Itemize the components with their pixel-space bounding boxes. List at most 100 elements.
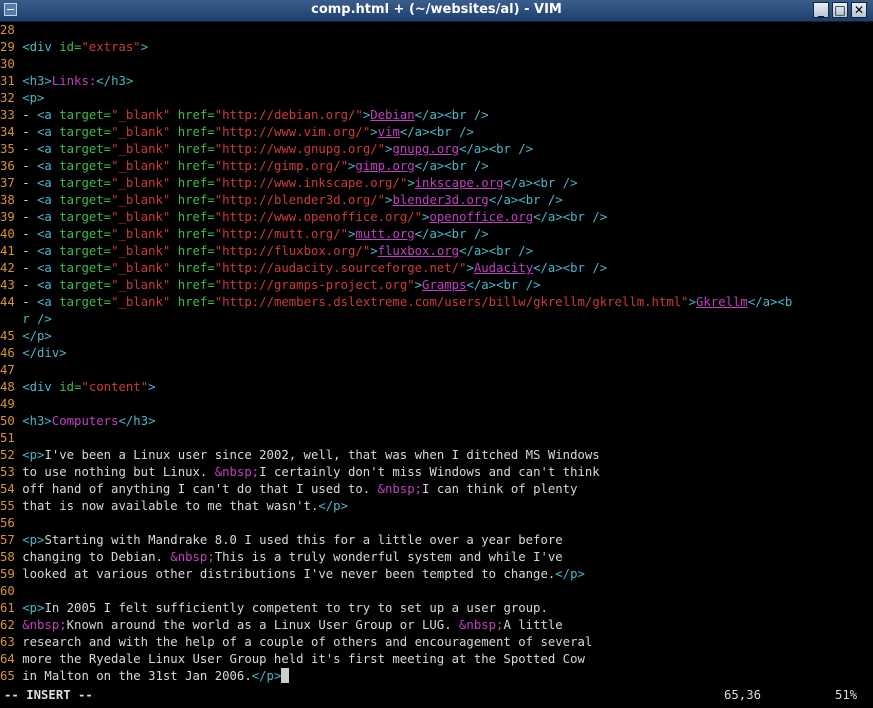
plain-text: - (22, 176, 38, 190)
buffer-line[interactable]: 65 in Malton on the 31st Jan 2006.</p> (0, 668, 873, 685)
line-number: 28 (0, 23, 23, 37)
buffer-line[interactable]: 35 - <a target="_blank" href="http://www… (0, 141, 873, 158)
buffer-line[interactable]: 44 - <a target="_blank" href="http://mem… (0, 294, 873, 311)
plain-text: - (22, 159, 38, 173)
buffer-line[interactable]: 36 - <a target="_blank" href="http://gim… (0, 158, 873, 175)
attribute-value: "_blank" (111, 125, 171, 139)
buffer-line[interactable]: 31 <h3>Links:</h3> (0, 73, 873, 90)
buffer-line[interactable]: 51 (0, 430, 873, 447)
html-attribute: target= (59, 261, 112, 275)
buffer-line[interactable]: 60 (0, 583, 873, 600)
html-tag: </a><br /> (459, 142, 534, 156)
text-buffer[interactable]: 28 29 <div id="extras"> 30 31 <h3>Links:<… (0, 22, 873, 687)
plain-text: I can think of plenty (422, 482, 578, 496)
buffer-line[interactable]: 45 </p> (0, 328, 873, 345)
attribute-value: "content" (81, 380, 149, 394)
maximize-button[interactable]: □ (832, 2, 848, 18)
html-tag: <a (37, 142, 60, 156)
attribute-value: "_blank" (111, 278, 171, 292)
buffer-line[interactable]: 32 <p> (0, 90, 873, 107)
html-tag: <a (37, 125, 60, 139)
html-tag: > (414, 278, 423, 292)
html-tag: <a (37, 176, 60, 190)
html-attribute: href= (177, 227, 215, 241)
minimize-button[interactable]: _ (813, 2, 829, 18)
scroll-percent: 51% (835, 688, 858, 702)
plain-text (170, 261, 177, 275)
buffer-line[interactable]: 53 to use nothing but Linux. &nbsp;I cer… (0, 464, 873, 481)
buffer-line[interactable]: 42 - <a target="_blank" href="http://aud… (0, 260, 873, 277)
line-number: 62 (0, 618, 23, 632)
buffer-line[interactable]: 50 <h3>Computers</h3> (0, 413, 873, 430)
buffer-line[interactable]: 49 (0, 396, 873, 413)
buffer-line[interactable]: 33 - <a target="_blank" href="http://deb… (0, 107, 873, 124)
html-tag: <h3> (22, 414, 52, 428)
html-tag: </a><br /> (414, 227, 489, 241)
close-button[interactable]: ✕ (851, 2, 867, 18)
buffer-line[interactable]: r /> (0, 311, 873, 328)
buffer-line[interactable]: 64 more the Ryedale Linux User Group hel… (0, 651, 873, 668)
buffer-line[interactable]: 34 - <a target="_blank" href="http://www… (0, 124, 873, 141)
html-tag: <a (37, 210, 60, 224)
buffer-line[interactable]: 59 looked at various other distributions… (0, 566, 873, 583)
plain-text: looked at various other distributions I'… (22, 567, 556, 581)
html-attribute: href= (177, 159, 215, 173)
buffer-line[interactable]: 54 off hand of anything I can't do that … (0, 481, 873, 498)
plain-text: In 2005 I felt sufficiently competent to… (44, 601, 548, 615)
line-number: 49 (0, 397, 23, 411)
buffer-line[interactable]: 48 <div id="content"> (0, 379, 873, 396)
buffer-line[interactable]: 40 - <a target="_blank" href="http://mut… (0, 226, 873, 243)
line-number: 59 (0, 567, 23, 581)
html-attribute: target= (59, 193, 112, 207)
link-text: inkscape.org (414, 176, 504, 190)
buffer-line[interactable]: 57 <p>Starting with Mandrake 8.0 I used … (0, 532, 873, 549)
html-attribute: href= (177, 193, 215, 207)
buffer-line[interactable]: 30 (0, 56, 873, 73)
line-number: 38 (0, 193, 23, 207)
buffer-line[interactable]: 58 changing to Debian. &nbsp;This is a t… (0, 549, 873, 566)
buffer-line[interactable]: 46 </div> (0, 345, 873, 362)
buffer-line[interactable]: 52 <p>I've been a Linux user since 2002,… (0, 447, 873, 464)
buffer-line[interactable]: 62 &nbsp;Known around the world as a Lin… (0, 617, 873, 634)
html-tag: > (148, 380, 156, 394)
buffer-line[interactable]: 29 <div id="extras"> (0, 39, 873, 56)
plain-text: - (22, 193, 38, 207)
attribute-value: "_blank" (111, 227, 171, 241)
line-number: 53 (0, 465, 23, 479)
plain-text: Starting with Mandrake 8.0 I used this f… (44, 533, 563, 547)
buffer-line[interactable]: 37 - <a target="_blank" href="http://www… (0, 175, 873, 192)
html-tag: r /> (22, 312, 52, 326)
buffer-line[interactable]: 28 (0, 22, 873, 39)
html-attribute: href= (177, 125, 215, 139)
buffer-line[interactable]: 43 - <a target="_blank" href="http://gra… (0, 277, 873, 294)
buffer-line[interactable]: 56 (0, 515, 873, 532)
buffer-line[interactable]: 63 research and with the help of a coupl… (0, 634, 873, 651)
title-bar[interactable]: comp.html + (~/websites/al) - VIM _ □ ✕ (0, 0, 873, 22)
buffer-line[interactable]: 41 - <a target="_blank" href="http://flu… (0, 243, 873, 260)
attribute-value: "http://www.openoffice.org/" (214, 210, 423, 224)
buffer-line[interactable]: 47 (0, 362, 873, 379)
line-number: 44 (0, 295, 23, 309)
html-attribute: href= (177, 261, 215, 275)
html-attribute: target= (59, 159, 112, 173)
plain-text (170, 210, 177, 224)
html-tag: <a (37, 193, 60, 207)
attribute-value: "http://gramps-project.org" (214, 278, 415, 292)
line-number: 60 (0, 584, 23, 598)
attribute-value: "http://www.gnupg.org/" (214, 142, 386, 156)
buffer-line[interactable]: 61 <p>In 2005 I felt sufficiently compet… (0, 600, 873, 617)
line-number: 33 (0, 108, 23, 122)
html-tag: <a (37, 159, 60, 173)
buffer-line[interactable]: 39 - <a target="_blank" href="http://www… (0, 209, 873, 226)
html-tag: </p> (251, 669, 282, 683)
buffer-line[interactable]: 38 - <a target="_blank" href="http://ble… (0, 192, 873, 209)
link-text: Debian (370, 108, 415, 122)
plain-text: to use nothing but Linux. (22, 465, 215, 479)
link-text: blender3d.org (392, 193, 489, 207)
plain-text: A little (503, 618, 563, 632)
html-attribute: target= (59, 278, 112, 292)
plain-text: that is now available to me that wasn't. (22, 499, 319, 513)
buffer-line[interactable]: 55 that is now available to me that wasn… (0, 498, 873, 515)
line-number: 61 (0, 601, 23, 615)
plain-text (170, 244, 177, 258)
